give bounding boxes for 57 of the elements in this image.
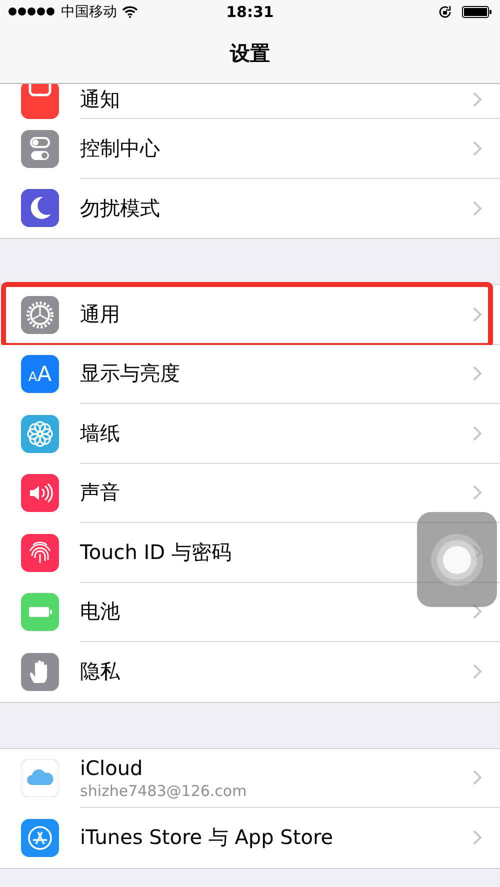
row-label: iTunes Store 与 App Store: [80, 824, 334, 852]
row-label: iCloud: [80, 756, 144, 780]
settings-row[interactable]: 通用: [0, 285, 500, 344]
row-label: Touch ID 与密码: [80, 538, 232, 566]
settings-row[interactable]: 电池: [0, 582, 500, 642]
fingerprint-icon: [21, 534, 59, 572]
settings-row[interactable]: 墙纸: [0, 404, 500, 464]
rotation-lock-icon: [438, 4, 452, 18]
chevron-icon: [473, 664, 482, 680]
flower-icon: [21, 414, 59, 453]
row-label: 勿扰模式: [80, 194, 161, 222]
settings-row[interactable]: 声音: [0, 464, 500, 523]
settings-row[interactable]: iTunes Store 与 App Store: [0, 808, 500, 868]
settings-row[interactable]: iCloud shizhe7483@126.com: [0, 748, 500, 808]
chevron-icon: [473, 200, 482, 216]
page-title: 设置: [230, 40, 270, 66]
settings-row[interactable]: 隐私: [0, 642, 500, 702]
battery-icon: [462, 6, 492, 18]
chevron-icon: [473, 426, 482, 441]
chevron-icon: [473, 306, 482, 322]
cloud-icon: [21, 759, 59, 798]
row-label: 电池: [80, 598, 121, 626]
letters-icon: AA: [21, 355, 59, 394]
chevron-icon: [473, 604, 482, 620]
chevron-icon: [473, 366, 482, 382]
row-label: 通知: [80, 86, 121, 113]
chevron-icon: [473, 770, 482, 786]
chevron-icon: [473, 485, 482, 500]
gear-icon: [21, 296, 59, 334]
chevron-icon: [473, 92, 482, 107]
circle-icon: [429, 532, 485, 588]
settings-row[interactable]: 勿扰模式: [0, 178, 500, 238]
battery-icon: [21, 593, 59, 632]
chevron-icon: [473, 830, 482, 846]
chevron-icon: [473, 544, 482, 560]
row-label: 声音: [80, 479, 121, 506]
app-store-icon: [21, 818, 59, 857]
status-time: 18:31: [226, 2, 274, 20]
signal-icon: [8, 7, 56, 16]
moon-icon: [21, 189, 59, 228]
settings-row[interactable]: AA 显示与亮度: [0, 344, 500, 404]
row-label: 通用: [80, 300, 121, 328]
settings-row[interactable]: 控制中心: [0, 119, 500, 178]
speaker-icon: [21, 474, 59, 512]
settings-row[interactable]: Touch ID 与密码: [0, 523, 500, 582]
row-label: 控制中心: [80, 134, 161, 162]
toggles-icon: [21, 130, 59, 168]
account-email: shizhe7483@126.com: [80, 782, 248, 800]
row-label: 显示与亮度: [80, 360, 181, 388]
hand-icon: [21, 652, 59, 691]
chevron-icon: [473, 140, 482, 156]
settings-row[interactable]: 通知: [0, 84, 500, 119]
row-label: 隐私: [80, 658, 121, 686]
assistive-touch-button[interactable]: [417, 512, 497, 607]
carrier-name: 中国移动: [61, 2, 117, 20]
wifi-icon: [122, 6, 138, 18]
row-label: 墙纸: [80, 420, 121, 447]
